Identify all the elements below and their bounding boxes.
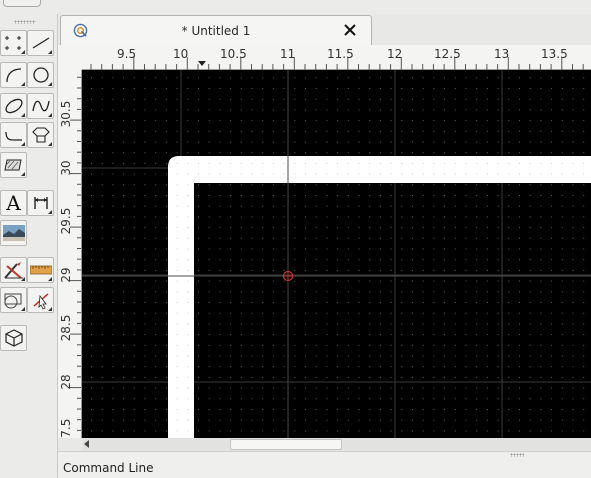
ruler-label: 11 — [280, 47, 296, 61]
ruler-label: 12 — [387, 47, 403, 61]
ruler-corner — [58, 45, 82, 70]
ruler-label: 13 — [494, 47, 510, 61]
image-tool-button[interactable] — [0, 220, 27, 246]
command-line-grip[interactable] — [510, 453, 524, 457]
spline-tool-button[interactable] — [27, 93, 54, 119]
horizontal-scrollbar[interactable] — [82, 438, 591, 451]
ruler-label: 29 — [59, 267, 73, 283]
ruler-icon — [29, 265, 52, 275]
close-icon[interactable] — [343, 23, 357, 37]
select-tool-button[interactable] — [27, 287, 54, 313]
ruler-label: 10.5 — [220, 47, 247, 61]
cursor-marker-icon — [198, 61, 206, 66]
cube-icon — [4, 329, 23, 347]
ruler-label: 30 — [59, 160, 73, 176]
polyline-tool-button[interactable] — [0, 122, 27, 148]
tab-title: * Untitled 1 — [181, 24, 251, 38]
3d-tool-button[interactable] — [0, 325, 27, 351]
ruler-label: 28 — [59, 374, 73, 390]
horizontal-ruler: 9.5 10 10.5 11 11.5 12 12.5 13 13.5 — [82, 45, 591, 70]
ruler-label: 27.5 — [59, 418, 73, 438]
ruler-label: 9.5 — [117, 47, 137, 61]
command-line-panel[interactable]: Command Line — [58, 451, 591, 478]
toolbox-panel: A — [0, 14, 58, 478]
toolbox-grip[interactable] — [14, 20, 36, 24]
arc-tool-button[interactable] — [0, 62, 27, 88]
ellipse-tool-button[interactable] — [0, 93, 27, 119]
modify-tool-button[interactable] — [0, 257, 27, 283]
ruler-label: 10 — [173, 47, 189, 61]
ruler-label: 13.5 — [541, 47, 568, 61]
circle-tool-button[interactable] — [27, 62, 54, 88]
drawing-canvas[interactable] — [82, 70, 591, 438]
ruler-label: 29.5 — [59, 207, 73, 235]
polygon-tool-button[interactable] — [27, 122, 54, 148]
hatch-tool-button[interactable] — [0, 152, 27, 178]
vertical-ruler: 30.5 30 29.5 29 28.5 28 27.5 — [58, 70, 82, 438]
document-tab[interactable]: * Untitled 1 — [60, 15, 372, 45]
ruler-label: 12.5 — [434, 47, 461, 61]
line-tool-button[interactable] — [27, 30, 54, 56]
command-line-label: Command Line — [63, 461, 154, 475]
toolbar-stub-button[interactable] — [3, 0, 41, 7]
dimension-tool-button[interactable] — [27, 190, 54, 216]
block-tool-button[interactable] — [0, 287, 27, 313]
scrollbar-thumb[interactable] — [230, 439, 342, 450]
text-tool-button[interactable]: A — [0, 190, 27, 216]
top-toolbar-strip — [0, 0, 591, 14]
ruler-label: 30.5 — [59, 100, 73, 128]
scroll-left-arrow-icon[interactable] — [84, 440, 89, 448]
text-icon: A — [6, 191, 21, 215]
points-tool-button[interactable] — [0, 30, 27, 56]
ruler-label: 11.5 — [327, 47, 354, 61]
measure-tool-button[interactable] — [27, 257, 54, 283]
image-icon — [2, 225, 25, 241]
ruler-label: 28.5 — [59, 314, 73, 342]
